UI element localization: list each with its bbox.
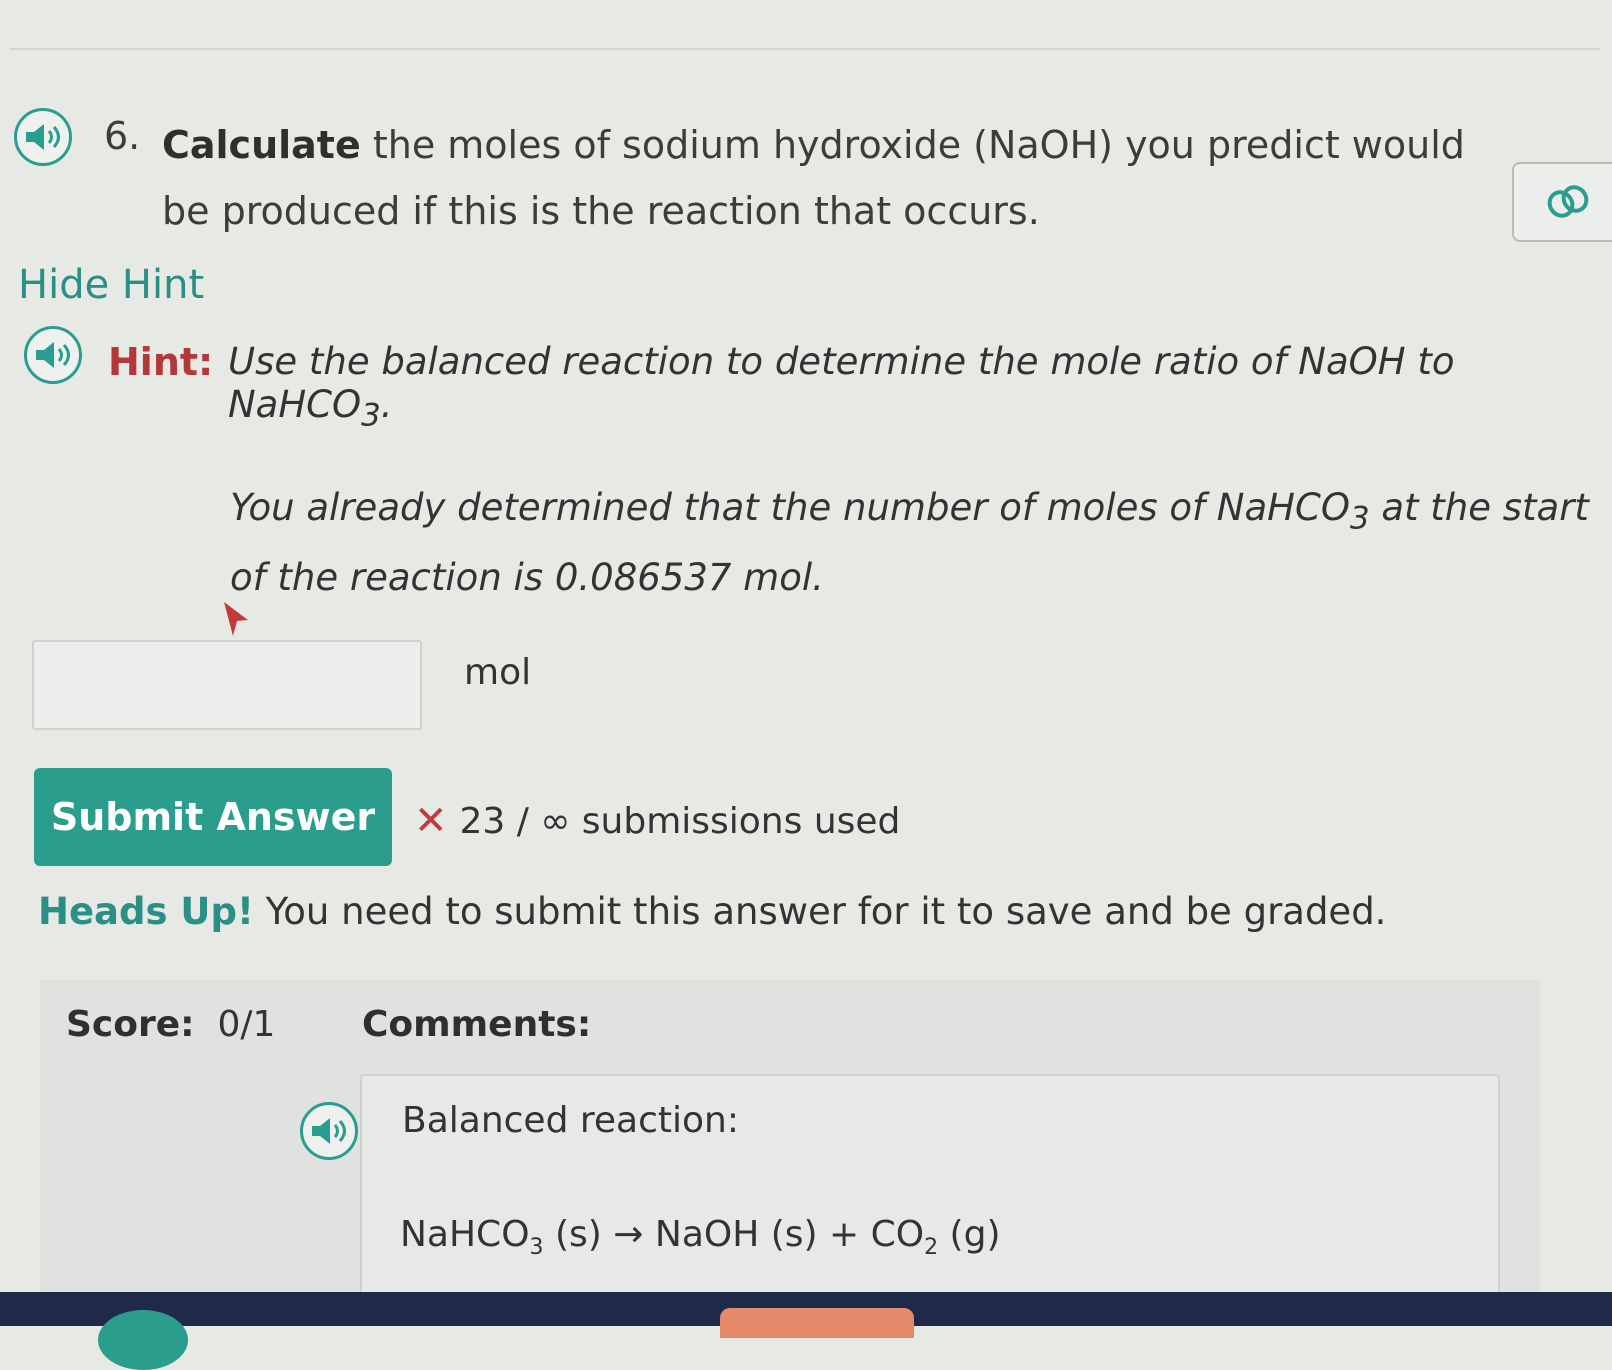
top-divider (10, 48, 1600, 50)
hint-text: Use the balanced reaction to determine t… (228, 340, 1598, 433)
bottom-tab[interactable] (720, 1308, 914, 1338)
reactant-state: (s) (543, 1214, 614, 1255)
question-audio-button[interactable] (14, 108, 72, 166)
hint-detail-main: You already determined that the number o… (230, 486, 1350, 529)
submit-answer-button[interactable]: Submit Answer (34, 768, 392, 866)
hint-text-main: Use the balanced reaction to determine t… (228, 340, 1455, 426)
submissions-count: 23 / ∞ submissions used (459, 800, 901, 842)
reactant: NaHCO (400, 1214, 530, 1255)
submissions-info: ✕ 23 / ∞ submissions used (414, 798, 900, 844)
comments-label: Comments: (362, 1004, 592, 1045)
hint-text-sub: 3 (361, 397, 381, 434)
speaker-icon (36, 342, 70, 368)
comment-audio-button[interactable] (300, 1102, 358, 1160)
mouse-cursor-icon (224, 602, 248, 636)
reactant-sub: 3 (529, 1235, 544, 1261)
heads-up-text: You need to submit this answer for it to… (253, 890, 1387, 933)
question-text: Calculate the moles of sodium hydroxide … (162, 112, 1482, 244)
incorrect-x-icon: ✕ (414, 798, 448, 844)
question-number: 6. (104, 114, 141, 158)
products: NaOH (s) + CO (643, 1214, 925, 1255)
answer-unit: mol (464, 652, 532, 693)
hint-text-end: . (380, 383, 393, 426)
score-value: 0/1 (217, 1004, 276, 1045)
product-state: (g) (938, 1214, 1001, 1255)
comment-title: Balanced reaction: (402, 1100, 739, 1141)
bottom-circle-decoration (98, 1310, 188, 1370)
question-bold-word: Calculate (162, 123, 361, 167)
reaction-arrow: → (613, 1214, 644, 1255)
link-button[interactable] (1512, 162, 1612, 242)
hide-hint-link[interactable]: Hide Hint (18, 262, 204, 308)
answer-input[interactable] (32, 640, 422, 730)
link-icon (1547, 185, 1589, 218)
balanced-reaction: NaHCO3 (s) → NaOH (s) + CO2 (g) (400, 1214, 1001, 1260)
heads-up-notice: Heads Up! You need to submit this answer… (38, 890, 1386, 933)
product-sub: 2 (924, 1235, 939, 1261)
score-label: Score: (66, 1004, 195, 1045)
heads-up-bold: Heads Up! (38, 890, 254, 933)
score: Score: 0/1 (66, 1004, 275, 1045)
hint-detail-text: You already determined that the number o… (230, 478, 1590, 608)
speaker-icon (312, 1118, 346, 1144)
hint-audio-button[interactable] (24, 326, 82, 384)
hint-detail-sub: 3 (1349, 500, 1370, 537)
hint-label: Hint: (108, 340, 214, 384)
speaker-icon (26, 124, 60, 150)
